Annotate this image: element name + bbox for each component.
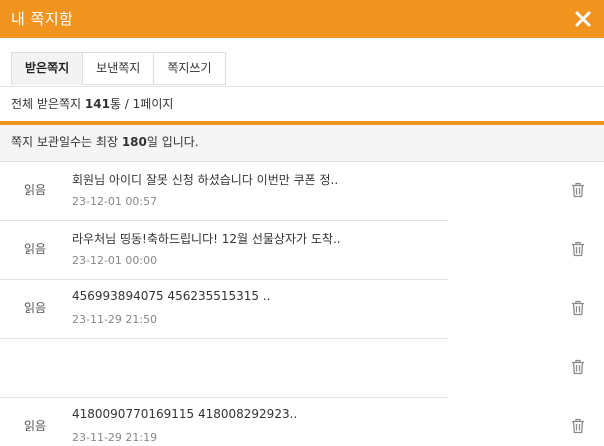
message-date: 23-11-29 21:50 — [72, 313, 158, 326]
message-title[interactable]: 회원님 아이디 잘못 신청 하셨습니다 이번만 쿠폰 정.. — [72, 171, 338, 188]
message-date: 23-12-01 00:00 — [72, 254, 158, 267]
message-date: 23-11-29 21:19 — [72, 431, 158, 444]
message-row[interactable]: 읽음 회원님 아이디 잘못 신청 하셨습니다 이번만 쿠폰 정.. 23-12-… — [0, 162, 604, 221]
notice-prefix: 쪽지 보관일수는 최장 — [11, 135, 122, 149]
tab-sent[interactable]: 보낸쪽지 — [83, 52, 155, 85]
message-row[interactable]: 읽음 4180090770169115 418008292923.. 23-11… — [0, 398, 604, 446]
tab-received[interactable]: 받은쪽지 — [11, 52, 84, 85]
trash-icon[interactable] — [571, 182, 585, 198]
trash-icon[interactable] — [571, 241, 585, 257]
message-title[interactable]: 456993894075 456235515315 .. — [72, 289, 271, 303]
summary-line: 전체 받은쪽지 141통 / 1페이지 — [0, 86, 604, 121]
close-icon[interactable] — [574, 10, 592, 28]
message-list: 읽음 회원님 아이디 잘못 신청 하셨습니다 이번만 쿠폰 정.. 23-12-… — [0, 162, 604, 446]
notice-suffix: 일 입니다. — [146, 135, 199, 149]
trash-icon[interactable] — [571, 359, 585, 375]
notice-days: 180 — [121, 135, 147, 149]
retention-notice: 쪽지 보관일수는 최장 180일 입니다. — [0, 125, 604, 162]
summary-suffix: 통 / 1페이지 — [109, 97, 174, 111]
read-status: 읽음 — [24, 301, 47, 315]
message-row[interactable]: 읽음 456993894075 456235515315 .. 23-11-29… — [0, 280, 604, 339]
read-status: 읽음 — [24, 419, 47, 433]
message-date: 23-12-01 00:57 — [72, 195, 158, 208]
read-status: 읽음 — [24, 242, 47, 256]
message-title[interactable]: 4180090770169115 418008292923.. — [72, 407, 297, 421]
message-title[interactable]: 라우처님 띵동!축하드립니다! 12월 선물상자가 도착.. — [72, 230, 341, 247]
read-status: 읽음 — [24, 183, 47, 197]
tab-bar: 받은쪽지 보낸쪽지 쪽지쓰기 — [11, 52, 226, 85]
window-title: 내 쪽지함 — [11, 10, 74, 28]
trash-icon[interactable] — [571, 300, 585, 316]
header-bar: 내 쪽지함 — [0, 0, 604, 38]
summary-prefix: 전체 받은쪽지 — [11, 97, 85, 111]
summary-count: 141 — [84, 97, 110, 111]
tab-compose[interactable]: 쪽지쓰기 — [154, 52, 226, 85]
trash-icon[interactable] — [571, 418, 585, 434]
message-row[interactable] — [0, 339, 604, 398]
message-row[interactable]: 읽음 라우처님 띵동!축하드립니다! 12월 선물상자가 도착.. 23-12-… — [0, 221, 604, 280]
